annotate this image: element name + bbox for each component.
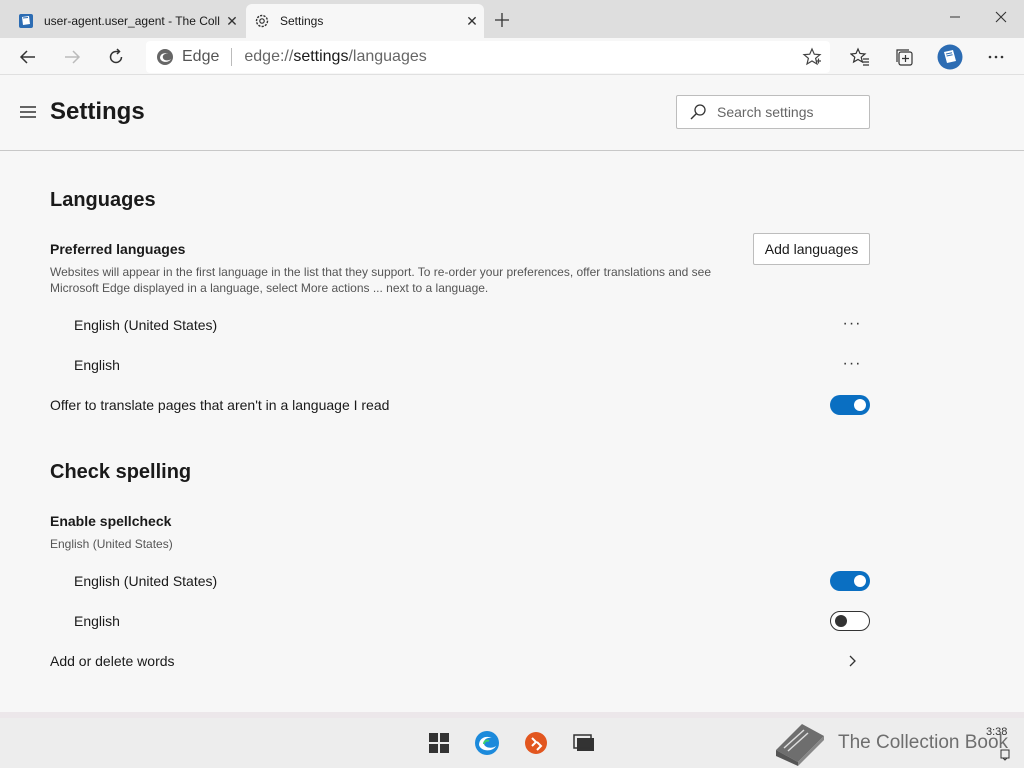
profile-avatar-icon[interactable] [934, 41, 966, 73]
address-bar[interactable]: Edge edge://settings/languages [146, 41, 830, 73]
menu-icon[interactable] [18, 104, 38, 120]
remote-app-icon[interactable] [523, 730, 549, 756]
add-delete-words-label[interactable]: Add or delete words [50, 653, 175, 669]
notification-icon[interactable] [1000, 748, 1010, 761]
spellcheck-language-item: English (United States) [74, 573, 218, 589]
address-divider [231, 48, 233, 66]
address-url: edge://settings/languages [244, 48, 427, 65]
clock[interactable]: 3:38 [986, 726, 1007, 738]
offer-translate-toggle[interactable] [830, 395, 870, 415]
refresh-icon[interactable] [100, 41, 132, 73]
tab-title: user-agent.user_agent - The Coll [44, 14, 220, 28]
language-item: English [74, 357, 120, 373]
book-logo-icon [776, 724, 824, 766]
book-icon [18, 13, 34, 29]
spellcheck-language-item: English [74, 613, 120, 629]
chevron-right-icon[interactable] [844, 653, 860, 669]
forward-icon[interactable] [56, 41, 88, 73]
close-icon[interactable]: ✕ [460, 9, 484, 33]
close-icon[interactable]: ✕ [220, 9, 244, 33]
new-tab-icon[interactable] [490, 8, 514, 32]
offer-translate-label: Offer to translate pages that aren't in … [50, 397, 390, 413]
enable-spellcheck-label: Enable spellcheck [50, 513, 172, 529]
preferred-languages-description: Websites will appear in the first langua… [50, 265, 712, 295]
gear-icon [254, 13, 270, 29]
check-spelling-heading: Check spelling [50, 461, 192, 483]
close-window-icon[interactable] [978, 2, 1024, 32]
task-view-icon[interactable] [571, 730, 597, 756]
collections-icon[interactable] [889, 41, 921, 73]
favorite-star-icon[interactable] [802, 47, 822, 67]
more-actions-icon[interactable] [980, 41, 1012, 73]
languages-heading: Languages [50, 189, 156, 211]
settings-content: Languages Preferred languages Websites w… [0, 152, 1024, 712]
tab-settings[interactable]: Settings ✕ [246, 4, 484, 38]
page-title: Settings [50, 98, 145, 125]
taskbar: The Collection Book 3:38 [0, 718, 1024, 768]
more-actions-icon[interactable]: ··· [840, 314, 864, 334]
edge-icon [156, 48, 174, 66]
tab-title: Settings [280, 14, 324, 28]
language-item: English (United States) [74, 317, 218, 333]
address-brand: Edge [182, 48, 220, 65]
minimize-icon[interactable] [932, 2, 978, 32]
preferred-languages-label: Preferred languages [50, 241, 186, 257]
add-languages-button[interactable]: Add languages [753, 233, 870, 265]
search-input[interactable] [717, 104, 857, 120]
search-box[interactable] [676, 95, 870, 129]
favorites-icon[interactable] [844, 41, 876, 73]
enable-spellcheck-sublabel: English (United States) [50, 537, 173, 551]
more-actions-icon[interactable]: ··· [840, 354, 864, 374]
settings-header: Settings [0, 76, 1024, 151]
tab-user-agent[interactable]: user-agent.user_agent - The Coll ✕ [10, 4, 244, 38]
edge-taskbar-icon[interactable] [474, 730, 500, 756]
watermark-text: The Collection Book [838, 732, 1009, 753]
spellcheck-toggle-en[interactable] [830, 611, 870, 631]
tab-strip: user-agent.user_agent - The Coll ✕ Setti… [0, 0, 1024, 38]
spellcheck-toggle-en-us[interactable] [830, 571, 870, 591]
windows-start-icon[interactable] [426, 730, 452, 756]
search-icon [689, 103, 707, 121]
back-icon[interactable] [12, 41, 44, 73]
toolbar: Edge edge://settings/languages [0, 38, 1024, 75]
